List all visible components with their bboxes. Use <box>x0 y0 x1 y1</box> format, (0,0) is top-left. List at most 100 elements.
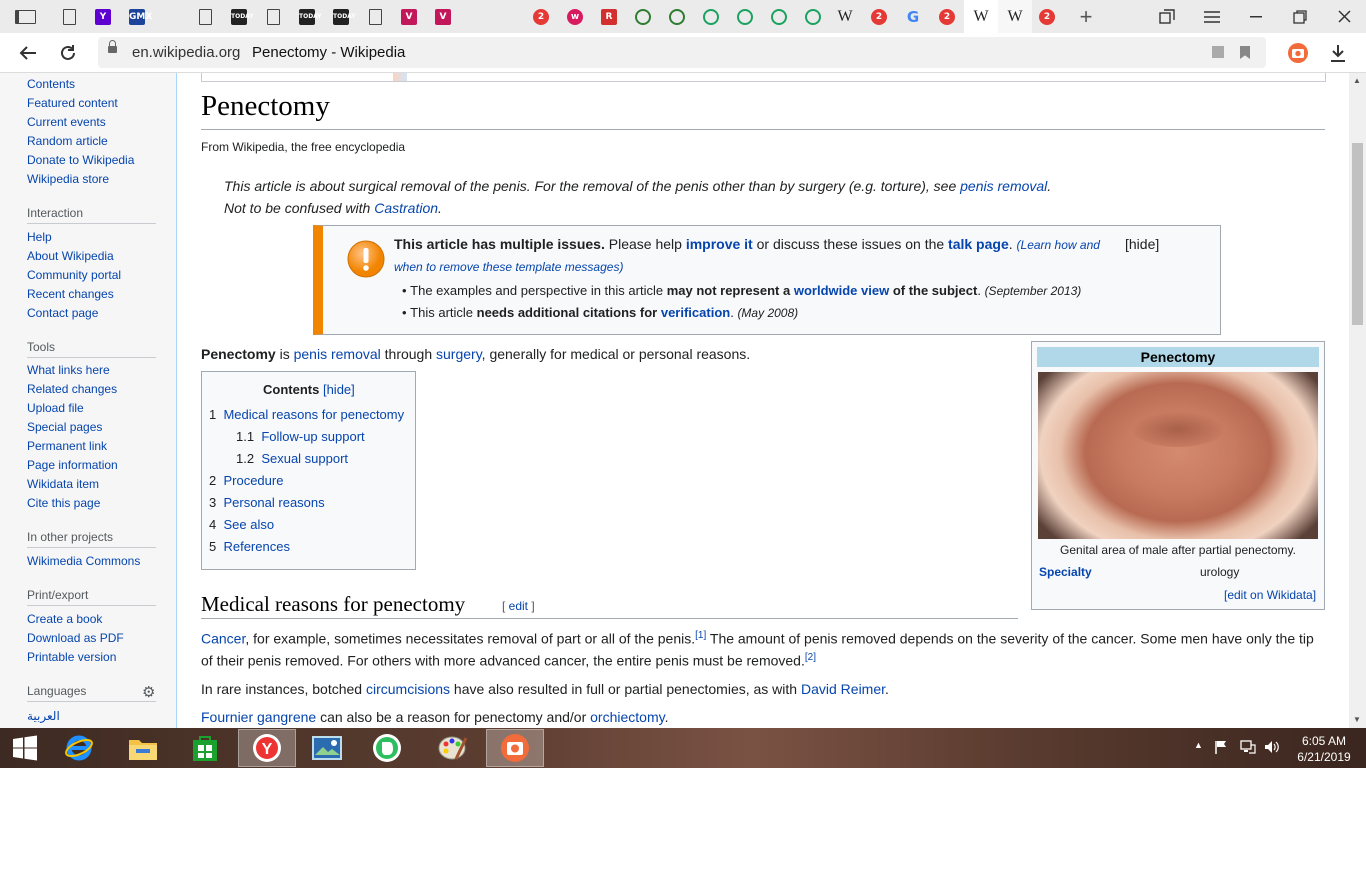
camera-extension-icon[interactable] <box>1284 39 1312 67</box>
browser-tab[interactable]: 2 <box>862 0 896 33</box>
browser-tab[interactable]: w <box>558 0 592 33</box>
yandex-browser-icon[interactable]: Y <box>238 729 296 767</box>
browser-tab[interactable] <box>8 0 42 33</box>
browser-tab[interactable]: R <box>592 0 626 33</box>
tab-manager-icon[interactable] <box>1150 0 1184 33</box>
browser-tab[interactable]: V <box>426 0 460 33</box>
browser-tab[interactable]: V <box>392 0 426 33</box>
sidebar-link-create-a-book[interactable]: Create a book <box>27 612 102 626</box>
toc-hide-toggle[interactable]: [hide] <box>323 382 355 397</box>
worldwide-view-link[interactable]: worldwide view <box>794 283 889 298</box>
menu-icon[interactable] <box>1195 0 1229 33</box>
paint-icon[interactable] <box>424 729 482 767</box>
browser-tab[interactable]: TODAY <box>290 0 324 33</box>
browser-tab[interactable]: G <box>896 0 930 33</box>
browser-tab[interactable] <box>494 0 528 33</box>
volume-icon[interactable] <box>1264 740 1280 757</box>
browser-tab[interactable] <box>762 0 796 33</box>
circumcisions-link[interactable]: circumcisions <box>366 681 450 697</box>
browser-tab[interactable] <box>460 0 494 33</box>
sidebar-link-recent-changes[interactable]: Recent changes <box>27 287 114 301</box>
browser-tab[interactable] <box>728 0 762 33</box>
sidebar-link-wikimedia-commons[interactable]: Wikimedia Commons <box>27 554 140 568</box>
start-icon[interactable] <box>0 729 50 767</box>
sidebar-link-contact-page[interactable]: Contact page <box>27 306 98 320</box>
penis-removal-hatnote-link[interactable]: penis removal <box>960 178 1047 194</box>
language-settings-gear-icon[interactable]: ⚙ <box>142 683 155 701</box>
sidebar-link-what-links-here[interactable]: What links here <box>27 363 110 377</box>
sidebar-link-current-events[interactable]: Current events <box>27 115 106 129</box>
browser-tab[interactable] <box>694 0 728 33</box>
browser-tab[interactable] <box>154 0 188 33</box>
toc-item[interactable]: 1 Medical reasons for penectomy <box>209 407 404 422</box>
browser-tab[interactable]: W <box>998 0 1032 33</box>
sidebar-link-random-article[interactable]: Random article <box>27 134 108 148</box>
scroll-up-arrow[interactable]: ▲ <box>1353 76 1361 85</box>
reference-2[interactable]: [2] <box>805 652 816 663</box>
close-window-button[interactable] <box>1327 0 1361 33</box>
browser-tab[interactable] <box>358 0 392 33</box>
sidebar-link-special-pages[interactable]: Special pages <box>27 420 102 434</box>
orchiectomy-link[interactable]: orchiectomy <box>590 709 664 725</box>
infobox-photo[interactable] <box>1038 372 1318 539</box>
browser-tab[interactable] <box>796 0 830 33</box>
toc-item[interactable]: 4 See also <box>209 517 274 532</box>
browser-tab[interactable] <box>256 0 290 33</box>
reader-mode-icon[interactable] <box>1212 46 1224 58</box>
toc-item[interactable]: 3 Personal reasons <box>209 495 325 510</box>
cancer-link[interactable]: Cancer <box>201 631 245 647</box>
browser-tab[interactable] <box>188 0 222 33</box>
talk-page-link[interactable]: talk page <box>948 236 1009 252</box>
photos-icon[interactable] <box>298 729 356 767</box>
browser-tab[interactable] <box>52 0 86 33</box>
show-hidden-icons-chevron[interactable]: ▲ <box>1194 740 1203 750</box>
reference-1[interactable]: [1] <box>695 630 706 641</box>
file-explorer-icon[interactable] <box>114 729 172 767</box>
issues-hide-toggle[interactable]: [hide] <box>1125 236 1159 252</box>
improve-it-link[interactable]: improve it <box>686 236 753 252</box>
specialty-link[interactable]: Specialty <box>1039 565 1092 579</box>
sidebar-link-community-portal[interactable]: Community portal <box>27 268 121 282</box>
network-icon[interactable] <box>1240 740 1256 757</box>
sidebar-link-cite-this-page[interactable]: Cite this page <box>27 496 100 510</box>
sidebar-link-permanent-link[interactable]: Permanent link <box>27 439 107 453</box>
camera-icon[interactable] <box>486 729 544 767</box>
sidebar-link-wikidata-item[interactable]: Wikidata item <box>27 477 99 491</box>
page-scrollbar[interactable]: ▲ ▼ <box>1349 73 1366 728</box>
action-center-flag-icon[interactable] <box>1214 740 1228 757</box>
restore-button[interactable] <box>1283 0 1317 33</box>
reload-button[interactable] <box>54 39 82 67</box>
section-edit-link[interactable]: edit <box>509 599 528 613</box>
url-field[interactable]: en.wikipedia.org Penectomy - Wikipedia <box>98 37 1266 68</box>
download-icon[interactable] <box>1324 39 1352 67</box>
minimize-button[interactable] <box>1239 0 1273 33</box>
castration-link[interactable]: Castration <box>374 200 438 216</box>
sidebar-link-featured-content[interactable]: Featured content <box>27 96 118 110</box>
toc-item[interactable]: 1.2 Sexual support <box>236 451 348 466</box>
new-tab-button[interactable]: + <box>1069 0 1103 33</box>
sidebar-link-help[interactable]: Help <box>27 230 52 244</box>
browser-tab[interactable]: W <box>828 0 862 33</box>
sidebar-link-wikipedia-store[interactable]: Wikipedia store <box>27 172 109 186</box>
browser-tab[interactable]: GMX <box>120 0 154 33</box>
browser-tab[interactable]: 2 <box>930 0 964 33</box>
sidebar-link-donate-to-wikipedia[interactable]: Donate to Wikipedia <box>27 153 134 167</box>
internet-explorer-icon[interactable] <box>50 729 108 767</box>
sidebar-link-upload-file[interactable]: Upload file <box>27 401 84 415</box>
sidebar-link-page-information[interactable]: Page information <box>27 458 118 472</box>
sidebar-link-printable-version[interactable]: Printable version <box>27 650 116 664</box>
sidebar-link-about-wikipedia[interactable]: About Wikipedia <box>27 249 114 263</box>
learn-how-link-line2[interactable]: when to remove these template messages) <box>394 260 623 274</box>
browser-tab[interactable]: Y <box>86 0 120 33</box>
store-icon[interactable] <box>176 729 234 767</box>
toc-item[interactable]: 5 References <box>209 539 290 554</box>
sidebar-link-related-changes[interactable]: Related changes <box>27 382 117 396</box>
sidebar-link-download-as-pdf[interactable]: Download as PDF <box>27 631 124 645</box>
browser-tab[interactable]: TODAY <box>222 0 256 33</box>
sidebar-link-contents[interactable]: Contents <box>27 77 75 91</box>
bookmark-icon[interactable] <box>1240 46 1250 59</box>
browser-tab[interactable]: TODAY <box>324 0 358 33</box>
browser-tab[interactable] <box>626 0 660 33</box>
surgery-link[interactable]: surgery <box>436 346 482 362</box>
toc-item[interactable]: 2 Procedure <box>209 473 283 488</box>
